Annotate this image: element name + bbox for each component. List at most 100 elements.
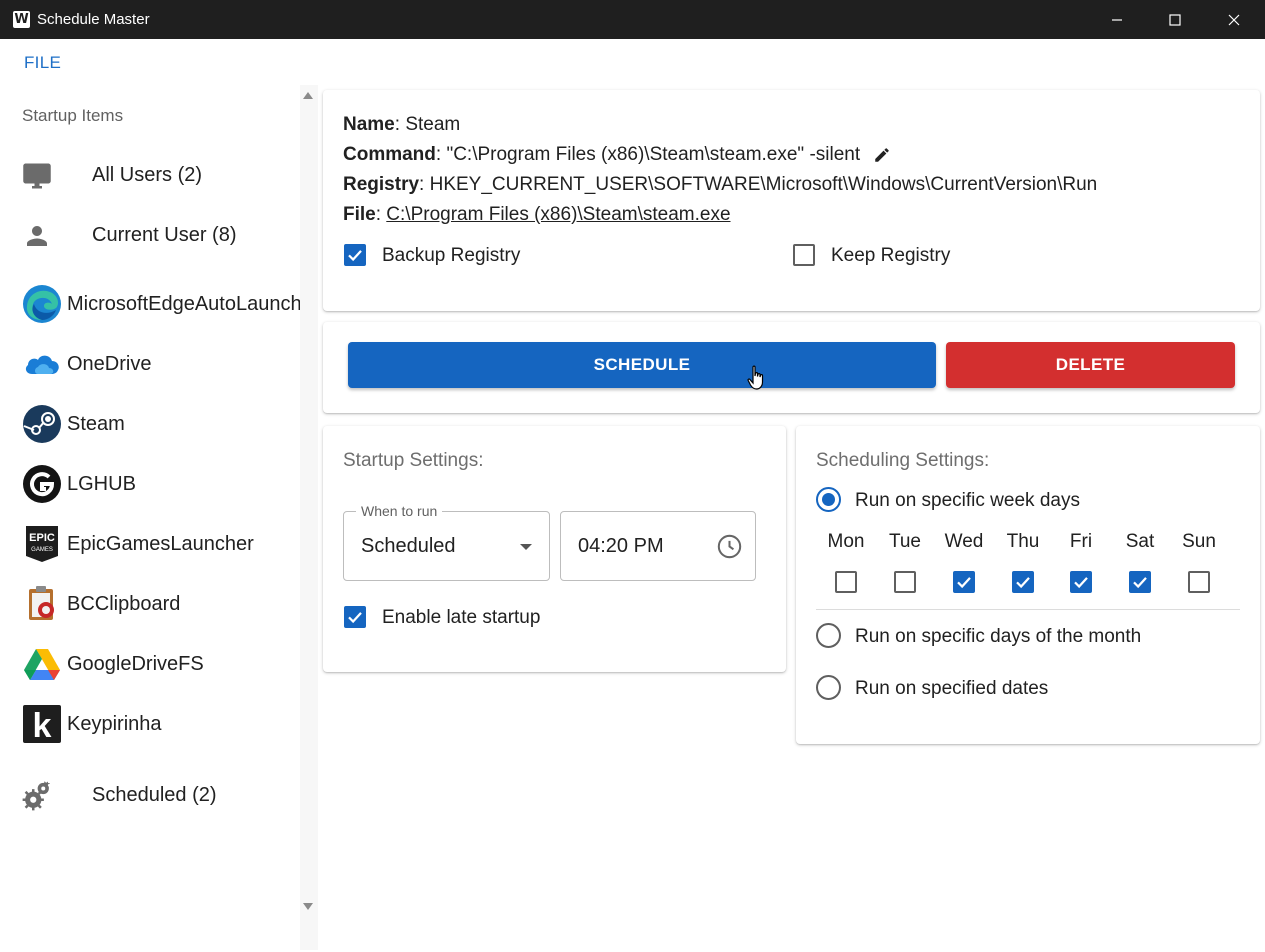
onedrive-icon bbox=[25, 355, 59, 374]
day-label-mon: Mon bbox=[827, 531, 865, 552]
radio-week-days-label: Run on specific week days bbox=[855, 490, 1080, 511]
radio-month-days[interactable] bbox=[816, 623, 841, 648]
close-button[interactable] bbox=[1205, 0, 1263, 39]
delete-button[interactable]: DELETE bbox=[946, 342, 1235, 388]
minimize-button[interactable] bbox=[1088, 0, 1146, 39]
lghub-icon bbox=[23, 465, 61, 503]
menu-bar: FILE bbox=[2, 39, 1263, 85]
sidebar-item-epicgameslauncher[interactable]: EPIC GAMES EpicGamesLauncher bbox=[2, 516, 300, 572]
checkmark-icon bbox=[957, 577, 971, 589]
file-row: File: C:\Program Files (x86)\Steam\steam… bbox=[343, 204, 731, 226]
sidebar-item-onedrive[interactable]: OneDrive bbox=[2, 336, 300, 392]
sidebar-item-label: Keypirinha bbox=[67, 713, 162, 735]
backup-registry-label: Backup Registry bbox=[382, 245, 521, 266]
day-checkbox-wed[interactable] bbox=[953, 571, 975, 593]
sidebar-item-label: Steam bbox=[67, 413, 125, 435]
sidebar-item-all-users[interactable]: All Users (2) bbox=[2, 147, 300, 203]
scheduling-settings-title: Scheduling Settings: bbox=[816, 450, 990, 471]
registry-row: Registry: HKEY_CURRENT_USER\SOFTWARE\Mic… bbox=[343, 174, 1097, 196]
keep-registry-checkbox[interactable] bbox=[793, 244, 815, 266]
hand-cursor-icon bbox=[747, 365, 764, 390]
radio-week-days[interactable] bbox=[816, 487, 841, 512]
day-checkbox-sun[interactable] bbox=[1188, 571, 1210, 593]
when-to-run-value: Scheduled bbox=[361, 535, 456, 557]
enable-late-startup-checkbox[interactable] bbox=[344, 606, 366, 628]
title-bar: W Schedule Master bbox=[0, 0, 1265, 39]
sidebar-item-lghub[interactable]: LGHUB bbox=[2, 456, 300, 512]
maximize-button[interactable] bbox=[1146, 0, 1204, 39]
day-label-wed: Wed bbox=[944, 531, 984, 552]
command-row: Command: "C:\Program Files (x86)\Steam\s… bbox=[343, 144, 891, 166]
sidebar-scrollbar[interactable] bbox=[300, 85, 318, 950]
divider bbox=[816, 609, 1240, 610]
command-key: Command bbox=[343, 144, 436, 165]
person-icon bbox=[27, 226, 47, 246]
when-to-run-label: When to run bbox=[356, 503, 443, 519]
day-checkbox-tue[interactable] bbox=[894, 571, 916, 593]
monitor-icon bbox=[23, 163, 51, 189]
file-separator: : bbox=[375, 204, 387, 225]
sidebar-item-label: GoogleDriveFS bbox=[67, 653, 204, 675]
svg-text:GAMES: GAMES bbox=[31, 547, 53, 553]
day-checkbox-fri[interactable] bbox=[1070, 571, 1092, 593]
name-separator: : bbox=[394, 114, 406, 135]
registry-value: HKEY_CURRENT_USER\SOFTWARE\Microsoft\Win… bbox=[429, 174, 1098, 195]
scroll-down-arrow-icon[interactable] bbox=[302, 902, 314, 912]
sidebar-item-scheduled[interactable]: Scheduled (2) bbox=[2, 767, 300, 823]
radio-month-days-label: Run on specific days of the month bbox=[855, 626, 1142, 647]
sidebar-item-label: OneDrive bbox=[67, 353, 152, 375]
command-value: "C:\Program Files (x86)\Steam\steam.exe"… bbox=[446, 144, 861, 165]
radio-specified-dates[interactable] bbox=[816, 675, 841, 700]
when-to-run-select[interactable]: When to run Scheduled bbox=[343, 503, 550, 581]
enable-late-startup-label: Enable late startup bbox=[382, 607, 541, 628]
edit-pencil-icon[interactable] bbox=[873, 146, 891, 164]
radio-specified-dates-label: Run on specified dates bbox=[855, 678, 1049, 699]
actions-card: SCHEDULE DELETE bbox=[323, 322, 1260, 413]
command-separator: : bbox=[435, 144, 447, 165]
file-key: File bbox=[343, 204, 376, 225]
maximize-icon bbox=[1169, 13, 1181, 26]
svg-text:EPIC: EPIC bbox=[29, 532, 55, 544]
day-checkbox-sat[interactable] bbox=[1129, 571, 1151, 593]
sidebar-item-current-user[interactable]: Current User (8) bbox=[2, 207, 300, 263]
sidebar-item-keypirinha[interactable]: k Keypirinha bbox=[2, 696, 300, 752]
dropdown-arrow-icon bbox=[520, 544, 532, 550]
steam-icon bbox=[23, 405, 61, 443]
app-logo-icon: W bbox=[13, 11, 30, 28]
sidebar-item-steam[interactable]: Steam bbox=[2, 396, 300, 452]
schedule-button[interactable]: SCHEDULE bbox=[348, 342, 936, 388]
bcclipboard-icon bbox=[29, 586, 54, 620]
checkmark-icon bbox=[348, 612, 362, 624]
gear-icon bbox=[22, 781, 50, 811]
day-label-sun: Sun bbox=[1182, 531, 1216, 552]
sidebar-item-microsoftedgeautolaunch[interactable]: MicrosoftEdgeAutoLaunch bbox=[2, 276, 300, 332]
edge-icon bbox=[23, 285, 61, 323]
google-drive-icon bbox=[24, 649, 60, 680]
scroll-up-arrow-icon[interactable] bbox=[302, 90, 314, 100]
day-checkbox-thu[interactable] bbox=[1012, 571, 1034, 593]
sidebar-item-googledrivefs[interactable]: GoogleDriveFS bbox=[2, 636, 300, 692]
file-menu[interactable]: FILE bbox=[24, 53, 61, 73]
main-content: Name: Steam Command: "C:\Program Files (… bbox=[318, 85, 1263, 950]
keep-registry-label: Keep Registry bbox=[831, 245, 951, 266]
app-window: W Schedule Master FILE Startup Items All… bbox=[0, 0, 1265, 952]
day-label-fri: Fri bbox=[1069, 531, 1093, 552]
startup-settings-title: Startup Settings: bbox=[343, 450, 484, 471]
backup-registry-checkbox[interactable] bbox=[344, 244, 366, 266]
window-title: Schedule Master bbox=[37, 11, 150, 28]
clock-icon[interactable] bbox=[716, 533, 743, 560]
registry-key: Registry bbox=[343, 174, 420, 195]
sidebar-item-label: BCClipboard bbox=[67, 593, 181, 615]
registry-separator: : bbox=[419, 174, 430, 195]
sidebar-item-label: Current User (8) bbox=[92, 224, 237, 246]
name-key: Name bbox=[343, 114, 395, 135]
checkmark-icon bbox=[1133, 577, 1147, 589]
time-picker[interactable]: 04:20 PM bbox=[560, 511, 756, 581]
file-path-link[interactable]: C:\Program Files (x86)\Steam\steam.exe bbox=[386, 204, 730, 225]
sidebar-header: Startup Items bbox=[22, 106, 124, 125]
sidebar-item-bcclipboard[interactable]: BCClipboard bbox=[2, 576, 300, 632]
day-checkbox-mon[interactable] bbox=[835, 571, 857, 593]
startup-settings-card: Startup Settings: When to run Scheduled … bbox=[323, 426, 786, 672]
details-card: Name: Steam Command: "C:\Program Files (… bbox=[323, 90, 1260, 311]
checkmark-icon bbox=[1074, 577, 1088, 589]
